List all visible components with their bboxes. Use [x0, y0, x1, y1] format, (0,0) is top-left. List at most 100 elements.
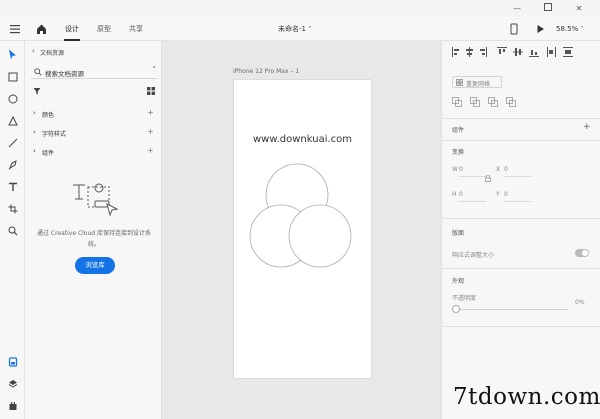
- height-field[interactable]: [459, 201, 486, 202]
- add-component-icon[interactable]: +: [583, 122, 591, 132]
- pen-tool-icon[interactable]: [5, 157, 20, 172]
- tab-prototype[interactable]: 原型: [96, 17, 112, 41]
- text-tool-icon[interactable]: [5, 179, 20, 194]
- add-color-icon[interactable]: +: [147, 108, 154, 117]
- section-components-label: 组件: [42, 150, 55, 157]
- chevron-left-icon[interactable]: ‹: [32, 47, 35, 55]
- document-title[interactable]: 未命名-1 ˅: [278, 17, 328, 41]
- hamburger-menu-icon[interactable]: [10, 17, 20, 41]
- x-label: X: [496, 166, 501, 173]
- divider: [442, 218, 600, 219]
- select-tool-icon[interactable]: [5, 47, 20, 62]
- libraries-illustration-icon: [71, 181, 121, 223]
- artboard-label[interactable]: iPhone 12 Pro Max – 1: [233, 68, 299, 75]
- divider: [442, 326, 600, 327]
- line-tool-icon[interactable]: [5, 135, 20, 150]
- property-inspector: 重复网格 组件 + 变换 W 0 X 0 H 0 Y 0 版面 响应式调整大小 …: [441, 41, 600, 419]
- width-value[interactable]: 0: [459, 166, 463, 173]
- add-character-style-icon[interactable]: +: [147, 127, 154, 136]
- document-assets-icon[interactable]: [5, 354, 20, 369]
- circles-shape-group[interactable]: [246, 162, 361, 272]
- tab-share-label: 共享: [129, 25, 143, 33]
- canvas[interactable]: iPhone 12 Pro Max – 1 www.downkuai.com: [162, 41, 441, 419]
- width-label: W: [452, 166, 458, 173]
- minimize-icon[interactable]: —: [510, 3, 524, 14]
- section-character-styles-label: 字符样式: [42, 131, 67, 138]
- layout-label: 版面: [452, 230, 465, 237]
- panel-header-title: 文档资源: [40, 50, 65, 57]
- polygon-tool-icon[interactable]: [5, 113, 20, 128]
- close-icon[interactable]: ✕: [572, 3, 586, 14]
- x-value[interactable]: 0: [504, 166, 508, 173]
- title-bar: — ✕: [0, 0, 600, 17]
- document-assets-panel: ‹ 文档资源 搜索文档资源 ˅ › 颜色 + › 字符样式 + › 组件 + 通…: [25, 41, 162, 419]
- align-icons-row[interactable]: [452, 47, 592, 57]
- opacity-value[interactable]: 0%: [575, 299, 585, 306]
- section-character-styles[interactable]: › 字符样式 +: [25, 127, 162, 138]
- artboard[interactable]: www.downkuai.com: [233, 79, 372, 379]
- boolean-ops-icons[interactable]: [452, 97, 522, 107]
- chevron-down-icon: ˅: [580, 26, 584, 33]
- tab-share[interactable]: 共享: [128, 17, 144, 41]
- width-field[interactable]: [459, 176, 486, 177]
- opacity-slider-track: [456, 308, 568, 310]
- appearance-label: 外观: [452, 278, 465, 285]
- zoom-level[interactable]: 58.5% ˅: [556, 17, 586, 41]
- add-component-icon[interactable]: +: [147, 146, 154, 155]
- responsive-resize-label: 响应式调整大小: [452, 252, 495, 259]
- zoom-level-value: 58.5%: [556, 25, 579, 33]
- component-label: 组件: [452, 127, 465, 134]
- y-label: Y: [496, 191, 500, 198]
- x-field[interactable]: [504, 176, 531, 177]
- toggle-knob: [582, 250, 588, 256]
- section-components[interactable]: › 组件 +: [25, 146, 162, 157]
- circle-shape-right[interactable]: [288, 204, 352, 268]
- grid-view-icon[interactable]: [147, 87, 155, 97]
- lock-aspect-icon[interactable]: [485, 175, 491, 182]
- top-toolbar: 设计 原型 共享 未命名-1 ˅ 58.5% ˅: [0, 17, 600, 41]
- section-colors-label: 颜色: [42, 112, 55, 119]
- section-colors[interactable]: › 颜色 +: [25, 108, 162, 119]
- watermark-text: 7tdown.com: [453, 384, 600, 410]
- tool-rail: [0, 41, 25, 419]
- divider: [442, 140, 600, 141]
- opacity-label: 不透明度: [452, 295, 477, 302]
- chevron-down-icon[interactable]: ˅: [153, 66, 157, 74]
- tab-design[interactable]: 设计: [64, 17, 80, 41]
- transform-label: 变换: [452, 149, 465, 156]
- home-icon[interactable]: [36, 17, 48, 41]
- responsive-resize-toggle[interactable]: [575, 249, 589, 257]
- divider: [442, 118, 600, 119]
- panel-header: ‹ 文档资源: [25, 47, 162, 57]
- rectangle-tool-icon[interactable]: [5, 69, 20, 84]
- opacity-slider-handle[interactable]: [452, 305, 460, 313]
- filter-icon[interactable]: [33, 87, 41, 97]
- repeat-grid-label: 重复网格: [466, 81, 491, 88]
- y-field[interactable]: [504, 201, 531, 202]
- maximize-icon[interactable]: [541, 3, 555, 14]
- search-input[interactable]: 搜索文档资源 ˅: [31, 65, 157, 79]
- play-icon[interactable]: [536, 17, 546, 41]
- chevron-right-icon: ›: [33, 109, 36, 117]
- device-preview-icon[interactable]: [510, 17, 520, 41]
- search-icon: [34, 68, 42, 76]
- plugins-icon[interactable]: [5, 398, 20, 413]
- tab-prototype-label: 原型: [97, 25, 111, 33]
- repeat-grid-icon: [456, 79, 463, 86]
- y-value[interactable]: 0: [504, 191, 508, 198]
- artboard-text[interactable]: www.downkuai.com: [234, 134, 371, 145]
- tab-design-label: 设计: [65, 25, 79, 33]
- chevron-right-icon: ›: [33, 147, 36, 155]
- zoom-tool-icon[interactable]: [5, 223, 20, 238]
- search-placeholder: 搜索文档资源: [45, 70, 84, 78]
- layers-icon[interactable]: [5, 376, 20, 391]
- browse-libraries-button[interactable]: 浏览库: [75, 257, 115, 274]
- height-value[interactable]: 0: [459, 191, 463, 198]
- divider: [442, 268, 600, 269]
- opacity-slider[interactable]: [452, 305, 569, 313]
- ellipse-tool-icon[interactable]: [5, 91, 20, 106]
- artboard-tool-icon[interactable]: [5, 201, 20, 216]
- chevron-down-icon: ˅: [308, 26, 312, 33]
- empty-state-message: 通过 Creative Cloud 库保持连接到设计系统。: [36, 230, 151, 248]
- repeat-grid-button[interactable]: 重复网格: [452, 76, 502, 88]
